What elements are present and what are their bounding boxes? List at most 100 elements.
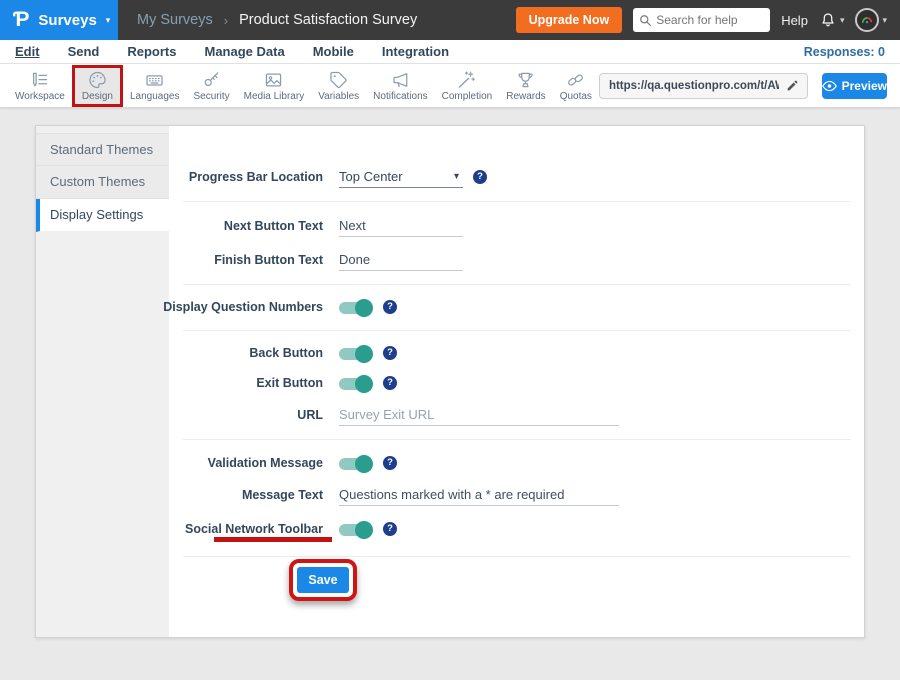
display-question-numbers-label: Display Question Numbers	[146, 296, 323, 318]
next-button-text-label: Next Button Text	[146, 215, 323, 237]
divider	[183, 201, 851, 202]
back-button-label: Back Button	[146, 342, 323, 364]
exit-button-toggle[interactable]	[339, 375, 373, 393]
notifications-menu[interactable]: ▾	[819, 11, 845, 29]
survey-url-field[interactable]: https://qa.questionpro.com/t/AW22Zcq2J	[599, 73, 808, 99]
help-icon[interactable]: ?	[383, 346, 397, 360]
tab-integration[interactable]: Integration	[382, 44, 449, 59]
progress-bar-location-select[interactable]: Top Center ▾	[339, 166, 463, 188]
help-icon[interactable]: ?	[383, 522, 397, 536]
toolbar-item-notifications[interactable]: Notifications	[366, 65, 434, 107]
red-box-annotation: Save	[289, 559, 357, 601]
keyboard-icon	[144, 70, 165, 90]
trophy-icon	[515, 70, 536, 90]
toolbar-item-label: Languages	[130, 91, 180, 102]
account-menu[interactable]: ▾	[855, 8, 887, 32]
help-icon[interactable]: ?	[383, 376, 397, 390]
sidebar-item-standard-themes[interactable]: Standard Themes	[36, 133, 169, 166]
key-icon	[201, 70, 222, 90]
chain-link-icon	[565, 70, 586, 90]
gauge-icon	[860, 13, 874, 27]
toolbar-item-quotas[interactable]: Quotas	[553, 65, 599, 107]
next-button-text-input[interactable]	[339, 215, 463, 237]
toolbar-item-rewards[interactable]: Rewards	[499, 65, 552, 107]
message-text-input[interactable]	[339, 484, 619, 506]
pencil-icon	[786, 79, 799, 92]
save-button[interactable]: Save	[297, 567, 349, 593]
toolbar-item-languages[interactable]: Languages	[123, 65, 187, 107]
toolbar-item-label: Completion	[442, 91, 493, 102]
toolbar-item-workspace[interactable]: Workspace	[8, 65, 72, 107]
workspace-icon	[29, 70, 50, 90]
top-header: Ƥ Surveys ▾ My Surveys › Product Satisfa…	[0, 0, 900, 40]
finish-button-text-label: Finish Button Text	[146, 249, 323, 271]
design-palette-icon	[87, 70, 108, 90]
product-switcher[interactable]: Ƥ Surveys ▾	[0, 0, 118, 40]
avatar	[855, 8, 879, 32]
progress-bar-location-label: Progress Bar Location	[146, 166, 323, 188]
help-link[interactable]: Help	[781, 13, 808, 28]
toolbar-item-security[interactable]: Security	[186, 65, 236, 107]
display-question-numbers-toggle[interactable]	[339, 299, 373, 317]
exit-url-input[interactable]	[339, 404, 619, 426]
toolbar-item-label: Workspace	[15, 91, 65, 102]
toolbar-item-label: Design	[82, 91, 113, 102]
megaphone-icon	[390, 70, 411, 90]
chevron-down-icon: ▾	[882, 15, 887, 26]
back-button-toggle[interactable]	[339, 345, 373, 363]
divider	[183, 439, 851, 440]
progress-bar-location-value: Top Center	[339, 169, 403, 184]
chevron-down-icon: ▾	[454, 171, 459, 182]
toolbar-item-label: Media Library	[244, 91, 305, 102]
validation-message-toggle[interactable]	[339, 455, 373, 473]
search-icon	[639, 14, 652, 27]
help-icon[interactable]: ?	[383, 300, 397, 314]
social-network-toolbar-toggle[interactable]	[339, 521, 373, 539]
bell-icon	[819, 11, 837, 29]
survey-title: Product Satisfaction Survey	[239, 12, 417, 28]
preview-label: Preview	[842, 79, 887, 93]
chevron-down-icon: ▾	[840, 15, 845, 26]
search-input[interactable]	[656, 13, 761, 27]
image-icon	[263, 70, 284, 90]
toolbar-item-completion[interactable]: Completion	[435, 65, 500, 107]
tab-reports[interactable]: Reports	[127, 44, 176, 59]
product-name: Surveys	[38, 12, 96, 29]
divider	[183, 284, 851, 285]
magic-wand-icon	[456, 70, 477, 90]
toolbar-item-label: Notifications	[373, 91, 427, 102]
upgrade-now-button[interactable]: Upgrade Now	[516, 7, 623, 33]
design-settings-panel: Standard Themes Custom Themes Display Se…	[35, 125, 865, 638]
message-text-label: Message Text	[146, 484, 323, 506]
help-search[interactable]	[633, 8, 770, 32]
help-icon[interactable]: ?	[473, 170, 487, 184]
divider	[183, 556, 851, 557]
toolbar-item-label: Security	[193, 91, 229, 102]
eye-icon	[822, 80, 837, 92]
breadcrumb-separator-icon: ›	[224, 13, 228, 28]
breadcrumb-my-surveys[interactable]: My Surveys	[137, 12, 213, 28]
tab-manage-data[interactable]: Manage Data	[204, 44, 284, 59]
tab-edit[interactable]: Edit	[15, 44, 40, 59]
toolbar-item-media-library[interactable]: Media Library	[237, 65, 312, 107]
toolbar-item-label: Quotas	[560, 91, 592, 102]
chevron-down-icon: ▾	[106, 15, 111, 26]
toolbar-item-variables[interactable]: Variables	[311, 65, 366, 107]
help-icon[interactable]: ?	[383, 456, 397, 470]
header-actions: Upgrade Now Help ▾ ▾	[516, 7, 900, 33]
preview-button[interactable]: Preview	[822, 73, 887, 99]
breadcrumb: My Surveys › Product Satisfaction Survey	[137, 12, 417, 28]
finish-button-text-input[interactable]	[339, 249, 463, 271]
toolbar-item-design[interactable]: Design	[72, 65, 123, 107]
edit-toolbar: Workspace Design Languages Security Medi…	[0, 64, 900, 108]
questionpro-logo-icon: Ƥ	[13, 9, 29, 30]
toolbar-item-label: Rewards	[506, 91, 545, 102]
survey-nav: Edit Send Reports Manage Data Mobile Int…	[0, 40, 900, 64]
toolbar-item-label: Variables	[318, 91, 359, 102]
tag-icon	[328, 70, 349, 90]
tab-send[interactable]: Send	[68, 44, 100, 59]
divider	[183, 330, 851, 331]
edit-url-button[interactable]	[779, 79, 807, 92]
tab-mobile[interactable]: Mobile	[313, 44, 354, 59]
responses-count[interactable]: Responses: 0	[804, 45, 885, 59]
